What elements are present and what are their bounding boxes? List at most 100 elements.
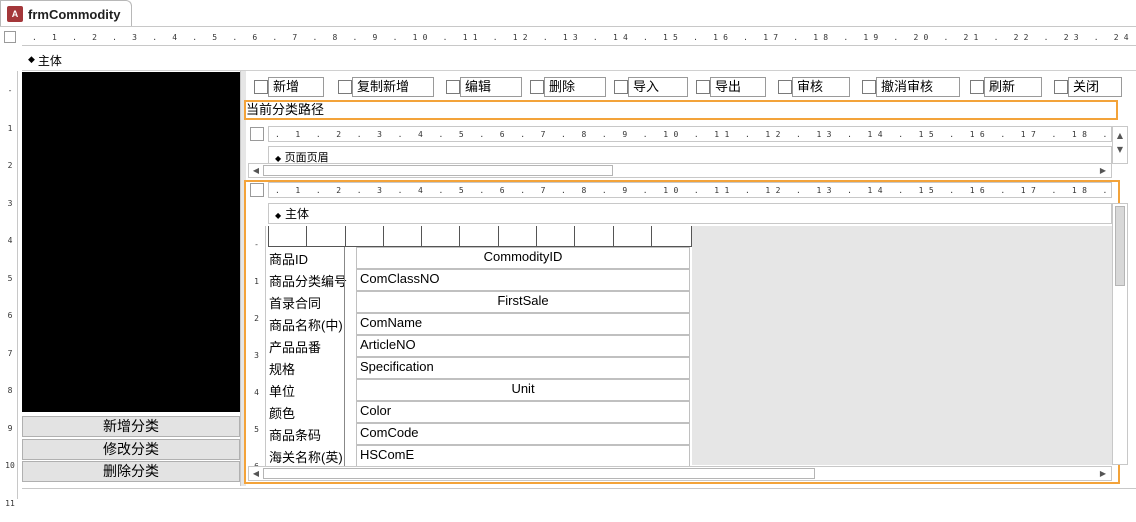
field-value[interactable]: ComClassNO [360,271,439,286]
field-row[interactable]: 商品条码 ComCode [268,423,692,445]
header-cell [346,226,384,246]
toolbar-check-3[interactable] [446,80,460,94]
copy-new-button[interactable]: 复制新增 [352,77,434,97]
import-button[interactable]: 导入 [628,77,688,97]
toolbar-check-6[interactable] [696,80,710,94]
field-row[interactable]: 颜色 Color [268,401,692,423]
header-cell [384,226,423,246]
field-value[interactable]: Unit [356,381,690,396]
left-ruler-ticks: -1 2 3 4 5 6 7 8 9 10 11 [5,86,15,508]
subform2-hscroll[interactable]: ◀ ▶ [248,466,1112,481]
tab-divider [0,26,1136,27]
main-section-header[interactable]: ◆ 主体 [22,50,1136,71]
add-category-button[interactable]: 新增分类 [22,416,240,437]
field-row[interactable]: 商品ID CommodityID [268,247,692,269]
field-label: 海关名称(英) [269,450,343,465]
field-value[interactable]: ArticleNO [360,337,416,352]
scroll-down-icon[interactable]: ▼ [1113,143,1127,157]
header-cell [575,226,614,246]
scroll-thumb[interactable] [1115,206,1125,286]
scroll-right-icon[interactable]: ▶ [1097,467,1109,481]
cell-divider [344,291,345,313]
edit-category-button[interactable]: 修改分类 [22,439,240,460]
subform1-hscroll[interactable]: ◀ ▶ [248,163,1112,178]
field-label: 商品条码 [269,428,322,443]
field-row[interactable]: 首录合同 FirstSale [268,291,692,313]
detail-section-label: 主体 [284,207,309,221]
detail-empty-area [692,226,1112,465]
export-button[interactable]: 导出 [710,77,766,97]
subform2-section-header[interactable]: ◆ 主体 [268,203,1112,224]
header-cell [422,226,461,246]
form-tab[interactable]: A frmCommodity [0,0,132,27]
toolbar-check-10[interactable] [1054,80,1068,94]
header-cell [614,226,652,246]
delete-category-button[interactable]: 删除分类 [22,461,240,482]
toolbar-check-9[interactable] [970,80,984,94]
field-label: 商品名称(中) [269,318,343,333]
field-label: 颜色 [269,406,296,421]
close-button[interactable]: 关闭 [1068,77,1122,97]
field-label: 商品分类编号 [269,274,348,289]
new-button[interactable]: 新增 [268,77,324,97]
edit-button[interactable]: 编辑 [460,77,522,97]
field-row[interactable]: 产品品番 ArticleNO [268,335,692,357]
toolbar-check-8[interactable] [862,80,876,94]
header-cell [307,226,346,246]
datasheet-header-row [268,226,692,247]
field-row[interactable]: 规格 Specification [268,357,692,379]
cell-divider [344,445,345,467]
scroll-thumb[interactable] [263,165,613,176]
field-value[interactable]: Specification [360,359,434,374]
field-value[interactable]: FirstSale [356,293,690,308]
subform2-vscroll[interactable] [1112,203,1128,465]
section-arrow-icon: ◆ [275,154,282,163]
subform2-selector[interactable] [250,183,264,197]
cell-divider [344,335,345,357]
toolbar-check-4[interactable] [530,80,544,94]
field-row[interactable]: 商品分类编号 ComClassNO [268,269,692,291]
toolbar-check-5[interactable] [614,80,628,94]
field-label: 首录合同 [269,296,322,311]
cell-divider [344,247,345,269]
header-cell [652,226,691,246]
scroll-thumb[interactable] [263,468,815,479]
field-row[interactable]: 海关名称(英) HSComE [268,445,692,467]
header-cell [499,226,537,246]
field-value[interactable]: ComName [360,315,422,330]
field-value[interactable]: HSComE [360,447,414,462]
scroll-right-icon[interactable]: ▶ [1097,164,1109,178]
header-cell [460,226,499,246]
detail-left-ruler: -123456 [248,226,266,471]
toolbar-check-7[interactable] [778,80,792,94]
field-textbox[interactable] [356,401,690,423]
toolbar-check-1[interactable] [254,80,268,94]
page-header-label: 页面页眉 [284,151,329,163]
field-value[interactable]: ComCode [360,425,419,440]
delete-button[interactable]: 删除 [544,77,606,97]
field-row[interactable]: 单位 Unit [268,379,692,401]
path-selection-outline[interactable] [244,100,1118,120]
subform1-vscroll[interactable]: ▲ ▼ [1112,126,1128,164]
cell-divider [344,313,345,335]
header-cell [269,226,308,246]
cancel-audit-button[interactable]: 撤消审核 [876,77,960,97]
subform1-ruler: . 1 . 2 . 3 . 4 . 5 . 6 . 7 . 8 . 9 . 10… [268,126,1112,142]
subform2-ruler: . 1 . 2 . 3 . 4 . 5 . 6 . 7 . 8 . 9 . 10… [268,182,1112,198]
refresh-button[interactable]: 刷新 [984,77,1042,97]
subform1-section-header[interactable]: ◆ 页面页眉 [268,146,1112,163]
audit-button[interactable]: 审核 [792,77,850,97]
field-row[interactable]: 商品名称(中) ComName [268,313,692,335]
form-selector[interactable] [4,31,16,43]
field-label: 单位 [269,384,296,399]
field-value[interactable]: CommodityID [356,249,690,264]
toolbar-check-2[interactable] [338,80,352,94]
scroll-left-icon[interactable]: ◀ [250,164,262,178]
subform1-selector[interactable] [250,127,264,141]
scroll-left-icon[interactable]: ◀ [250,467,262,481]
field-value[interactable]: Color [360,403,391,418]
scroll-up-icon[interactable]: ▲ [1113,129,1127,143]
main-section-selector[interactable] [4,52,16,70]
category-tree[interactable] [22,72,240,412]
field-label: 商品ID [269,252,309,267]
